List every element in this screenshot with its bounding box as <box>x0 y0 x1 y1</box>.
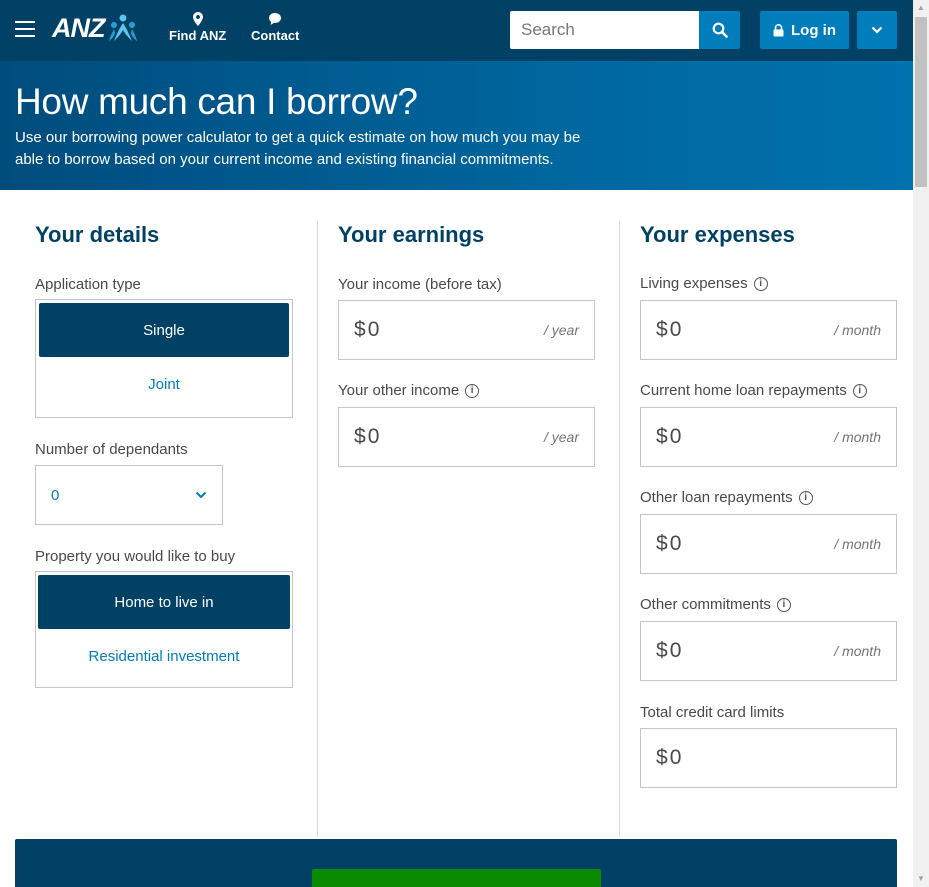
info-icon[interactable]: i <box>852 383 867 398</box>
property-label: Property you would like to buy <box>35 548 235 565</box>
top-navigation-bar: ANZ Find ANZ Contact Log in <box>0 0 913 61</box>
currency-symbol: $ <box>656 746 668 769</box>
other-commitments-label-text: Other commitments <box>640 596 771 613</box>
currency-symbol: $ <box>656 318 668 341</box>
nav-contact-label: Contact <box>251 28 300 43</box>
application-type-joint[interactable]: Joint <box>39 357 289 411</box>
search-input[interactable] <box>510 11 700 49</box>
income-period: / year <box>543 322 579 338</box>
anz-logo[interactable]: ANZ <box>52 11 139 45</box>
other-income-period: / year <box>543 429 579 445</box>
property-home-to-live-in[interactable]: Home to live in <box>38 575 290 629</box>
other-commitments-period: / month <box>834 643 881 659</box>
other-loan-repayments-label-text: Other loan repayments <box>640 489 793 506</box>
login-label: Log in <box>791 21 836 39</box>
column-divider <box>317 221 318 837</box>
other-income-label: Your other income i <box>338 382 480 399</box>
nav-find-anz[interactable]: Find ANZ <box>169 12 226 43</box>
info-icon[interactable]: i <box>465 383 480 398</box>
more-menu-button[interactable] <box>857 11 897 49</box>
chevron-down-icon <box>871 26 883 34</box>
other-commitments-value: 0 <box>669 639 682 662</box>
currency-symbol: $ <box>656 425 668 448</box>
lock-icon <box>773 23 784 36</box>
search-icon <box>712 22 728 38</box>
other-loan-repayments-period: / month <box>834 536 881 552</box>
income-label: Your income (before tax) <box>338 276 502 293</box>
info-icon[interactable]: i <box>798 490 813 505</box>
other-income-input[interactable]: $ 0 / year <box>338 407 595 467</box>
living-expenses-label: Living expenses i <box>640 275 768 292</box>
home-loan-repayments-period: / month <box>834 429 881 445</box>
nav-contact[interactable]: Contact <box>251 12 299 43</box>
dependants-value: 0 <box>51 486 60 504</box>
currency-symbol: $ <box>656 639 668 662</box>
home-loan-repayments-value: 0 <box>669 425 682 448</box>
dependants-label-text: Number of dependants <box>35 441 188 458</box>
application-type-label-text: Application type <box>35 276 141 293</box>
income-input[interactable]: $ 0 / year <box>338 300 595 360</box>
anz-people-icon <box>108 14 137 41</box>
column-divider <box>619 221 620 837</box>
application-type-label: Application type <box>35 276 141 293</box>
earnings-heading: Your earnings <box>338 222 485 247</box>
currency-symbol: $ <box>656 532 668 555</box>
login-button[interactable]: Log in <box>760 11 849 49</box>
speech-bubble-icon <box>269 13 282 25</box>
living-expenses-label-text: Living expenses <box>640 275 748 292</box>
other-loan-repayments-value: 0 <box>669 532 682 555</box>
currency-symbol: $ <box>354 425 366 448</box>
other-loan-repayments-input[interactable]: $ 0 / month <box>640 514 897 574</box>
other-income-value: 0 <box>367 425 380 448</box>
expenses-heading: Your expenses <box>640 222 795 247</box>
living-expenses-period: / month <box>834 322 881 338</box>
scroll-thumb[interactable] <box>915 17 927 187</box>
brand-name: ANZ <box>52 12 105 43</box>
page-description: Use our borrowing power calculator to ge… <box>15 129 581 168</box>
credit-card-limits-value: 0 <box>669 746 682 769</box>
property-residential-investment[interactable]: Residential investment <box>38 629 290 683</box>
living-expenses-input[interactable]: $ 0 / month <box>640 300 897 360</box>
home-loan-repayments-label-text: Current home loan repayments <box>640 382 847 399</box>
hero-banner: How much can I borrow? Use our borrowing… <box>0 61 913 190</box>
home-loan-repayments-label: Current home loan repayments i <box>640 382 867 399</box>
details-heading: Your details <box>35 222 160 247</box>
menu-icon[interactable] <box>15 21 35 37</box>
other-income-label-text: Your other income <box>338 382 460 399</box>
page-scrollbar[interactable]: ▲ ▼ <box>913 0 929 887</box>
dependants-label: Number of dependants <box>35 441 188 458</box>
other-loan-repayments-label: Other loan repayments i <box>640 489 813 506</box>
home-loan-repayments-input[interactable]: $ 0 / month <box>640 407 897 467</box>
info-icon[interactable]: i <box>753 276 768 291</box>
calculate-button[interactable] <box>312 869 601 887</box>
dependants-select[interactable]: 0 <box>35 465 223 525</box>
credit-card-limits-label-text: Total credit card limits <box>640 704 785 721</box>
property-type-toggle: Home to live in Residential investment <box>35 571 293 688</box>
property-label-text: Property you would like to buy <box>35 548 236 565</box>
page-title: How much can I borrow? <box>15 81 418 122</box>
other-commitments-label: Other commitments i <box>640 596 791 613</box>
chevron-down-icon <box>195 491 207 499</box>
income-label-text: Your income (before tax) <box>338 276 502 293</box>
application-type-single[interactable]: Single <box>39 303 289 357</box>
currency-symbol: $ <box>354 318 366 341</box>
credit-card-limits-input[interactable]: $ 0 <box>640 728 897 788</box>
credit-card-limits-label: Total credit card limits <box>640 704 784 721</box>
living-expenses-value: 0 <box>669 318 682 341</box>
other-commitments-input[interactable]: $ 0 / month <box>640 621 897 681</box>
scroll-down-icon[interactable]: ▼ <box>913 871 929 887</box>
scroll-up-icon[interactable]: ▲ <box>913 0 929 16</box>
income-value: 0 <box>367 318 380 341</box>
application-type-toggle: Single Joint <box>35 299 293 418</box>
info-icon[interactable]: i <box>776 597 791 612</box>
location-pin-icon <box>192 12 203 26</box>
search-button[interactable] <box>699 11 740 49</box>
nav-find-anz-label: Find ANZ <box>169 28 227 43</box>
